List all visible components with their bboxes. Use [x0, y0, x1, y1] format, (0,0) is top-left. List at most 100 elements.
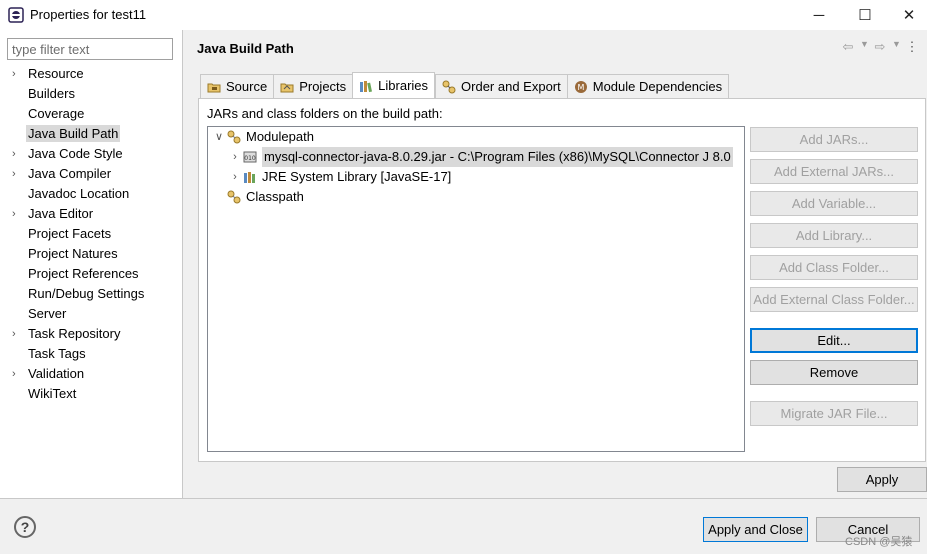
source-folder-icon [207, 83, 221, 92]
tab-label: Projects [299, 79, 347, 94]
sidebar-item-server[interactable]: Server [0, 304, 183, 324]
sidebar-item-label: Project Facets [28, 226, 112, 241]
sidebar-item-project-natures[interactable]: Project Natures [0, 244, 183, 264]
modulepath-icon [227, 130, 241, 144]
chevron-right-icon[interactable]: › [228, 167, 242, 187]
sidebar-item-label: Task Repository [28, 326, 121, 341]
tree-item-classpath[interactable]: Classpath [212, 187, 304, 207]
chevron-down-icon[interactable]: ∨ [212, 127, 226, 147]
help-icon[interactable]: ? [14, 516, 36, 538]
sidebar-item-label: Java Compiler [28, 166, 112, 181]
add-jars-button[interactable]: Add JARs... [750, 127, 918, 152]
back-dropdown-icon[interactable]: ▼ [860, 39, 869, 55]
sidebar-item-label: Java Code Style [28, 146, 123, 161]
sidebar-item-label: Resource [28, 66, 84, 81]
window-title: Properties for test11 [30, 7, 147, 22]
build-path-tabs: Source Projects Libraries Order and Expo… [200, 72, 730, 98]
tab-label: Source [226, 79, 268, 94]
sidebar-item-javadoc-location[interactable]: Javadoc Location [0, 184, 183, 204]
tree-item-label: Classpath [246, 189, 304, 204]
libraries-icon [360, 80, 373, 92]
projects-icon [280, 83, 294, 92]
module-dependencies-icon: M [574, 80, 587, 93]
header-nav-icons: ⇦ ▼ ⇨ ▼ ⋮ [841, 39, 919, 55]
tree-item-jre-system-library[interactable]: › JRE System Library [JavaSE-17] [228, 167, 451, 187]
order-export-icon [442, 80, 456, 93]
sidebar-item-coverage[interactable]: Coverage [0, 104, 183, 124]
sidebar-item-resource[interactable]: › Resource [0, 64, 183, 84]
sidebar-item-wikitext[interactable]: WikiText [0, 384, 183, 404]
tab-module-dependencies[interactable]: M Module Dependencies [566, 74, 730, 98]
sidebar-item-validation[interactable]: › Validation [0, 364, 183, 384]
sidebar-item-run-debug-settings[interactable]: Run/Debug Settings [0, 284, 183, 304]
sidebar-item-label: Java Build Path [26, 125, 121, 142]
forward-arrow-icon[interactable]: ⇨ [873, 39, 887, 55]
eclipse-app-icon [8, 7, 24, 23]
tab-label: Module Dependencies [592, 79, 723, 94]
sidebar-item-project-references[interactable]: Project References [0, 264, 183, 284]
title-bar: Properties for test11 ─ ☐ ✕ [0, 0, 927, 30]
page-content: Java Build Path ⇦ ▼ ⇨ ▼ ⋮ Source Project… [184, 30, 927, 498]
sidebar-item-label: Coverage [28, 106, 85, 121]
sidebar-item-project-facets[interactable]: Project Facets [0, 224, 183, 244]
chevron-right-icon[interactable]: › [12, 204, 24, 224]
maximize-button[interactable]: ☐ [842, 0, 888, 30]
sidebar-item-label: Server [28, 306, 67, 321]
more-options-icon[interactable]: ⋮ [905, 39, 919, 55]
classpath-icon [227, 190, 241, 204]
sidebar-item-label: Run/Debug Settings [28, 286, 145, 301]
tree-item-label: JRE System Library [JavaSE-17] [262, 169, 452, 184]
chevron-right-icon[interactable]: › [12, 364, 24, 384]
svg-text:010: 010 [244, 155, 256, 162]
tab-label: Order and Export [461, 79, 561, 94]
add-external-jars-button[interactable]: Add External JARs... [750, 159, 918, 184]
chevron-right-icon[interactable]: › [12, 164, 24, 184]
tree-item-label: Modulepath [246, 129, 314, 144]
library-icon [244, 172, 255, 183]
tab-projects[interactable]: Projects [273, 74, 353, 98]
dialog-footer: ? Apply and Close Cancel CSDN @吴猿 [0, 498, 927, 554]
remove-button[interactable]: Remove [750, 360, 918, 385]
sidebar-item-label: Validation [28, 366, 85, 381]
sidebar-item-label: Task Tags [28, 346, 86, 361]
tab-libraries[interactable]: Libraries [352, 72, 436, 98]
sidebar-item-java-build-path[interactable]: Java Build Path [0, 124, 183, 144]
forward-dropdown-icon[interactable]: ▼ [892, 39, 901, 55]
page-header: Java Build Path ⇦ ▼ ⇨ ▼ ⋮ [184, 30, 927, 66]
add-variable-button[interactable]: Add Variable... [750, 191, 918, 216]
add-class-folder-button[interactable]: Add Class Folder... [750, 255, 918, 280]
apply-button[interactable]: Apply [837, 467, 927, 492]
apply-and-close-button[interactable]: Apply and Close [703, 517, 808, 542]
sidebar-item-builders[interactable]: Builders [0, 84, 183, 104]
sidebar-item-task-repository[interactable]: › Task Repository [0, 324, 183, 344]
sidebar-item-label: Java Editor [28, 206, 94, 221]
chevron-right-icon[interactable]: › [12, 144, 24, 164]
add-external-class-folder-button[interactable]: Add External Class Folder... [750, 287, 918, 312]
tree-item-label: mysql-connector-java-8.0.29.jar - C:\Pro… [262, 147, 733, 167]
watermark: CSDN @吴猿 [845, 536, 913, 548]
tab-label: Libraries [378, 78, 429, 93]
tab-order-and-export[interactable]: Order and Export [435, 74, 567, 98]
minimize-button[interactable]: ─ [796, 0, 842, 30]
migrate-jar-button[interactable]: Migrate JAR File... [750, 401, 918, 426]
filter-input[interactable] [7, 38, 173, 60]
chevron-right-icon[interactable]: › [12, 64, 24, 84]
sidebar-item-java-compiler[interactable]: › Java Compiler [0, 164, 183, 184]
edit-button[interactable]: Edit... [750, 328, 918, 353]
sidebar-item-label: WikiText [28, 386, 77, 401]
libraries-tab-panel: JARs and class folders on the build path… [198, 98, 926, 462]
build-path-tree[interactable]: ∨ Modulepath › 010 mysql-connector-java-… [207, 126, 745, 452]
sidebar-item-java-code-style[interactable]: › Java Code Style [0, 144, 183, 164]
chevron-right-icon[interactable]: › [228, 147, 242, 167]
sidebar-item-task-tags[interactable]: Task Tags [0, 344, 183, 364]
close-button[interactable]: ✕ [886, 0, 927, 30]
back-arrow-icon[interactable]: ⇦ [841, 39, 855, 55]
chevron-right-icon[interactable]: › [12, 324, 24, 344]
tree-item-modulepath[interactable]: ∨ Modulepath [212, 127, 314, 147]
tab-source[interactable]: Source [200, 74, 274, 98]
add-library-button[interactable]: Add Library... [750, 223, 918, 248]
svg-text:M: M [577, 83, 584, 92]
sidebar-item-label: Project References [28, 266, 139, 281]
sidebar-item-java-editor[interactable]: › Java Editor [0, 204, 183, 224]
tree-item-mysql-connector-jar[interactable]: › 010 mysql-connector-java-8.0.29.jar - … [228, 147, 733, 167]
